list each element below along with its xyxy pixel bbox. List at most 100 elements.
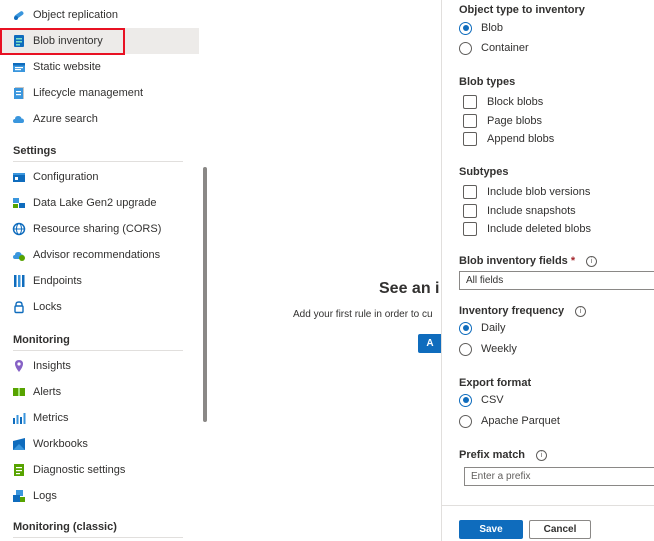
workbooks-icon — [12, 437, 26, 451]
sidebar-item-label: Insights — [33, 360, 71, 372]
settings-section-header: Settings — [13, 145, 57, 157]
sidebar-item-resource-sharing[interactable]: Resource sharing (CORS) — [0, 216, 199, 242]
dropdown-selected-value: All fields — [466, 275, 504, 286]
info-icon[interactable]: i — [575, 305, 587, 317]
sidebar-item-advisor-recommendations[interactable]: Advisor recommendations — [0, 242, 199, 268]
sidebar-item-label: Static website — [33, 61, 101, 73]
section-divider — [13, 161, 183, 162]
sidebar-item-configuration[interactable]: Configuration — [0, 164, 199, 190]
sidebar-item-label: Advisor recommendations — [33, 249, 161, 261]
checkbox[interactable] — [463, 185, 477, 199]
azure-search-icon — [12, 112, 26, 126]
sidebar-item-diagnostic-settings[interactable]: Diagnostic settings — [0, 457, 199, 483]
prefix-input-wrapper — [464, 467, 654, 486]
checkbox[interactable] — [463, 204, 477, 218]
radio-button[interactable] — [459, 393, 472, 407]
sidebar-item-workbooks[interactable]: Workbooks — [0, 431, 199, 457]
object-type-container-radio[interactable]: Container — [459, 40, 529, 56]
sidebar-item-endpoints[interactable]: Endpoints — [0, 268, 199, 294]
object-type-header: Object type to inventory — [459, 4, 585, 16]
checkbox-label: Append blobs — [487, 133, 555, 145]
inventory-fields-dropdown[interactable]: All fields — [459, 271, 654, 290]
prefix-match-label: Prefix match — [459, 449, 526, 461]
export-csv-radio[interactable]: CSV — [459, 392, 504, 408]
sidebar-scrollbar[interactable] — [203, 167, 207, 422]
data-lake-icon — [12, 196, 26, 210]
sidebar-item-alerts[interactable]: Alerts — [0, 379, 199, 405]
lifecycle-management-icon — [12, 86, 26, 100]
required-marker: * — [570, 255, 576, 267]
footer-divider — [442, 505, 654, 506]
export-format-header: Export format — [459, 377, 532, 389]
lock-icon — [12, 300, 26, 314]
include-snapshots-checkbox[interactable]: Include snapshots — [463, 203, 576, 219]
sidebar-item-object-replication[interactable]: Object replication — [0, 2, 199, 28]
sidebar-item-static-website[interactable]: Static website — [0, 54, 199, 80]
radio-button[interactable] — [459, 342, 472, 356]
monitoring-section-header: Monitoring — [13, 334, 70, 346]
inventory-fields-header: Blob inventory fields * i — [459, 255, 598, 267]
sidebar-item-metrics[interactable]: Metrics — [0, 405, 199, 431]
checkbox[interactable] — [463, 114, 477, 128]
add-rule-panel: Object type to inventory Blob Container … — [441, 0, 654, 541]
checkbox-label: Include blob versions — [487, 186, 591, 198]
logs-icon — [12, 489, 26, 503]
sidebar-item-azure-search[interactable]: Azure search — [0, 106, 199, 132]
inventory-fields-label: Blob inventory fields — [459, 255, 568, 267]
sidebar-item-logs[interactable]: Logs — [0, 483, 199, 509]
empty-state-subtitle: Add your first rule in order to cu — [293, 309, 433, 320]
metrics-icon — [12, 411, 26, 425]
info-icon[interactable]: i — [586, 255, 598, 267]
cancel-button[interactable]: Cancel — [529, 520, 591, 539]
frequency-weekly-radio[interactable]: Weekly — [459, 341, 517, 357]
prefix-input[interactable] — [471, 471, 654, 482]
blob-types-header: Blob types — [459, 76, 516, 88]
checkbox[interactable] — [463, 222, 477, 236]
sidebar-item-label: Workbooks — [33, 438, 88, 450]
include-blob-versions-checkbox[interactable]: Include blob versions — [463, 184, 590, 200]
object-replication-icon — [12, 8, 26, 22]
sidebar-item-insights[interactable]: Insights — [0, 353, 199, 379]
radio-button[interactable] — [459, 321, 472, 335]
append-blobs-checkbox[interactable]: Append blobs — [463, 131, 554, 147]
checkbox[interactable] — [463, 95, 477, 109]
sidebar-item-label: Metrics — [33, 412, 69, 424]
inventory-frequency-label: Inventory frequency — [459, 305, 565, 317]
checkbox[interactable] — [463, 132, 477, 146]
sidebar-item-label: Locks — [33, 301, 62, 313]
frequency-daily-radio[interactable]: Daily — [459, 320, 505, 336]
radio-label: Blob — [481, 22, 504, 34]
radio-label: Weekly — [481, 343, 517, 355]
radio-label: Apache Parquet — [481, 415, 560, 427]
advisor-icon — [12, 248, 26, 262]
export-parquet-radio[interactable]: Apache Parquet — [459, 413, 560, 429]
sidebar-item-data-lake-upgrade[interactable]: Data Lake Gen2 upgrade — [0, 190, 199, 216]
insights-icon — [12, 359, 26, 373]
radio-button[interactable] — [459, 41, 472, 55]
endpoints-icon — [12, 274, 26, 288]
save-button[interactable]: Save — [459, 520, 523, 539]
block-blobs-checkbox[interactable]: Block blobs — [463, 94, 543, 110]
sidebar-item-label: Alerts — [33, 386, 62, 398]
sidebar-item-label: Logs — [33, 490, 57, 502]
blob-inventory-icon — [12, 34, 26, 48]
subtypes-header: Subtypes — [459, 166, 509, 178]
empty-state-title: See an i — [379, 280, 440, 297]
checkbox-label: Include snapshots — [487, 205, 576, 217]
page-blobs-checkbox[interactable]: Page blobs — [463, 113, 542, 129]
radio-label: Daily — [481, 322, 506, 334]
radio-button[interactable] — [459, 21, 472, 35]
sidebar-item-lifecycle-management[interactable]: Lifecycle management — [0, 80, 199, 106]
sidebar-item-label: Resource sharing (CORS) — [33, 223, 162, 235]
add-rule-button[interactable]: A — [418, 334, 442, 353]
sidebar-item-label: Configuration — [33, 171, 99, 183]
checkbox-label: Block blobs — [487, 96, 544, 108]
radio-button[interactable] — [459, 414, 472, 428]
info-icon[interactable]: i — [536, 449, 548, 461]
sidebar-item-blob-inventory[interactable]: Blob inventory — [0, 28, 199, 54]
object-type-blob-radio[interactable]: Blob — [459, 20, 503, 36]
sidebar-item-label: Data Lake Gen2 upgrade — [33, 197, 157, 209]
sidebar-item-locks[interactable]: Locks — [0, 294, 199, 320]
include-deleted-blobs-checkbox[interactable]: Include deleted blobs — [463, 221, 591, 237]
configuration-icon — [12, 170, 26, 184]
